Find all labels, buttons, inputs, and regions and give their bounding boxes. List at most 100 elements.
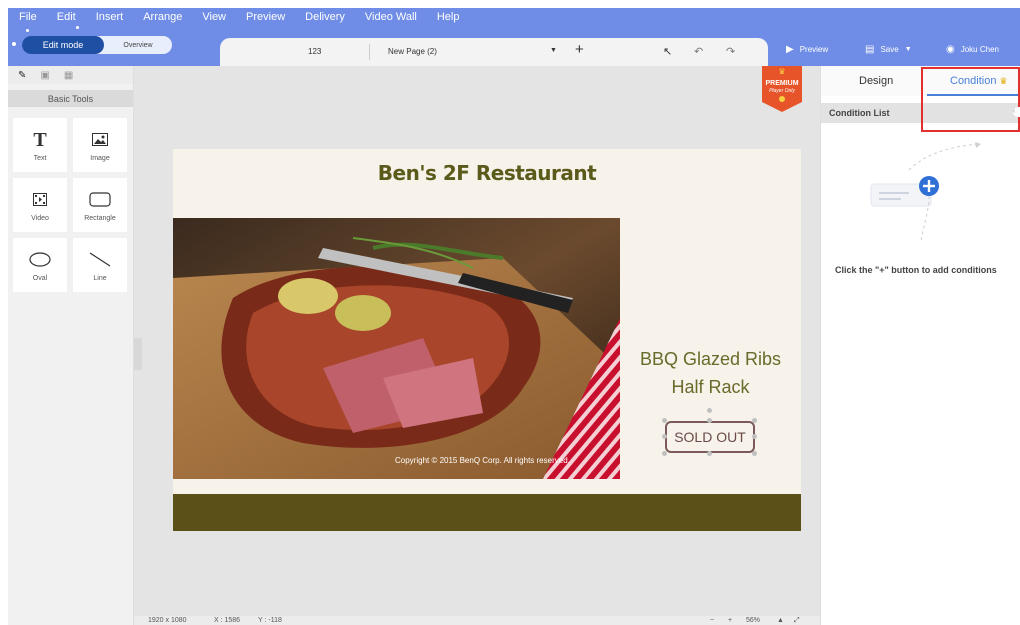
resize-handle[interactable]	[707, 451, 712, 456]
undo-icon[interactable]: ↶	[694, 45, 703, 58]
fit-screen-icon[interactable]: ⤢	[794, 617, 800, 625]
panel-resize-handle[interactable]	[134, 338, 142, 370]
tool-oval[interactable]: Oval	[13, 238, 67, 292]
zoom-out-icon[interactable]: −	[710, 617, 714, 624]
menu-view[interactable]: View	[192, 11, 236, 23]
zoom-in-icon[interactable]: +	[728, 617, 732, 624]
tool-label: Video	[31, 214, 49, 222]
menu-edit[interactable]: Edit	[47, 11, 86, 23]
premium-label: PREMIUM	[765, 80, 798, 87]
premium-badge: ♛ PREMIUM Player Only	[760, 66, 804, 112]
item-name[interactable]: BBQ Glazed Ribs Half Rack	[628, 345, 793, 401]
line-icon	[89, 249, 111, 271]
toolbox-icon[interactable]: ▣	[40, 70, 49, 81]
resize-handle[interactable]	[662, 451, 667, 456]
video-icon	[33, 189, 47, 211]
tool-image[interactable]: Image	[73, 118, 127, 172]
pointer-icon[interactable]: ↖	[663, 45, 672, 58]
cursor-x: X : 1586	[214, 617, 241, 624]
image-icon	[92, 129, 108, 151]
tool-label: Oval	[32, 274, 48, 282]
save-button[interactable]: ▤ Save ▼	[865, 44, 912, 55]
tool-label: Image	[90, 154, 110, 162]
rectangle-icon	[89, 189, 111, 211]
canvas-resolution: 1920 x 1080	[148, 617, 187, 624]
highlight-box	[921, 67, 1020, 132]
tab-design[interactable]: Design	[859, 75, 893, 87]
preview-button[interactable]: ▶ Preview	[786, 44, 828, 55]
menu-file[interactable]: File	[8, 11, 47, 23]
cursor-y: Y : -118	[258, 617, 282, 624]
page-name[interactable]: New Page (2)	[388, 47, 437, 56]
tool-video[interactable]: Video	[13, 178, 67, 232]
slide-title[interactable]: Ben's 2F Restaurant	[173, 161, 801, 185]
page-tab-bar: 123 New Page (2) ▼ + ↖ ↶ ↷	[220, 38, 768, 66]
menu-insert[interactable]: Insert	[86, 11, 134, 23]
brush-icon[interactable]: ✎	[18, 70, 26, 81]
edit-mode-button[interactable]: Edit mode	[22, 36, 104, 54]
tool-tabs: ✎ ▣ ▦	[8, 66, 133, 84]
resize-handle[interactable]	[752, 451, 757, 456]
tool-rectangle[interactable]: Rectangle	[73, 178, 127, 232]
condition-hint: Click the "+" button to add conditions	[835, 265, 997, 275]
resize-handle[interactable]	[707, 418, 712, 423]
left-tools-panel: ✎ ▣ ▦ Basic Tools T Text Image Video Rec…	[8, 66, 134, 625]
resize-handle[interactable]	[752, 434, 757, 439]
dot-icon	[76, 26, 79, 29]
chevron-down-icon[interactable]: ▼	[550, 47, 557, 54]
user-menu[interactable]: ◉ Joku Chen	[946, 44, 999, 55]
item-name-line1: BBQ Glazed Ribs	[639, 349, 782, 369]
tool-grid: T Text Image Video Rectangle Oval Line	[13, 118, 127, 292]
menu-preview[interactable]: Preview	[236, 11, 295, 23]
menu-delivery[interactable]: Delivery	[295, 11, 355, 23]
menu-help[interactable]: Help	[427, 11, 470, 23]
sold-out-badge[interactable]: SOLD OUT	[665, 421, 755, 453]
user-icon: ◉	[946, 44, 955, 55]
page-number[interactable]: 123	[308, 47, 321, 56]
right-panel: Design Condition ♛ Condition List Click …	[820, 66, 1020, 625]
tool-label: Rectangle	[84, 214, 116, 222]
overview-button[interactable]: Overview	[104, 36, 172, 54]
dot-icon	[26, 29, 29, 32]
chevron-down-icon: ▼	[904, 46, 912, 53]
premium-sublabel: Player Only	[769, 88, 795, 94]
tool-text[interactable]: T Text	[13, 118, 67, 172]
rotate-handle[interactable]	[707, 408, 712, 413]
resize-handle[interactable]	[752, 418, 757, 423]
tool-line[interactable]: Line	[73, 238, 127, 292]
resize-handle[interactable]	[662, 434, 667, 439]
status-bar: 1920 x 1080 X : 1586 Y : -118 − + 56% ▲ …	[134, 616, 820, 625]
menu-video-wall[interactable]: Video Wall	[355, 11, 427, 23]
save-icon: ▤	[865, 44, 875, 55]
app-header: File Edit Insert Arrange View Preview De…	[8, 8, 1020, 66]
food-image[interactable]: Copyright © 2015 BenQ Corp. All rights r…	[173, 218, 620, 479]
menu-arrange[interactable]: Arrange	[133, 11, 192, 23]
resize-handle[interactable]	[662, 418, 667, 423]
zoom-level[interactable]: 56%	[746, 617, 760, 624]
collapse-panel-icon[interactable]: ‹	[1013, 107, 1020, 117]
menu-bar: File Edit Insert Arrange View Preview De…	[8, 8, 469, 26]
oval-icon	[29, 249, 51, 271]
play-icon: ▶	[786, 44, 794, 55]
copyright-text: Copyright © 2015 BenQ Corp. All rights r…	[395, 456, 570, 465]
save-label: Save	[880, 45, 899, 54]
slide-canvas[interactable]: Ben's 2F Restaurant Copyright © 2015 Ben…	[173, 149, 801, 531]
redo-icon[interactable]: ↷	[726, 45, 735, 58]
section-title: Basic Tools	[8, 90, 133, 107]
mode-toggle[interactable]: Edit mode Overview	[22, 36, 172, 54]
add-condition-illustration	[870, 142, 981, 242]
tool-label: Line	[93, 274, 107, 282]
steak-image	[173, 218, 620, 479]
user-name: Joku Chen	[960, 45, 999, 54]
crown-icon: ♛	[778, 67, 785, 76]
chevron-up-icon[interactable]: ▲	[777, 617, 784, 624]
slide-footer-bar[interactable]	[173, 494, 801, 531]
item-name-line2: Half Rack	[671, 377, 750, 397]
widget-icon[interactable]: ▦	[64, 70, 73, 81]
divider	[369, 44, 370, 60]
preview-label: Preview	[799, 45, 829, 54]
collapse-dot-icon	[12, 42, 16, 46]
text-icon: T	[33, 128, 47, 151]
add-page-icon[interactable]: +	[575, 41, 584, 59]
tool-label: Text	[33, 154, 47, 162]
